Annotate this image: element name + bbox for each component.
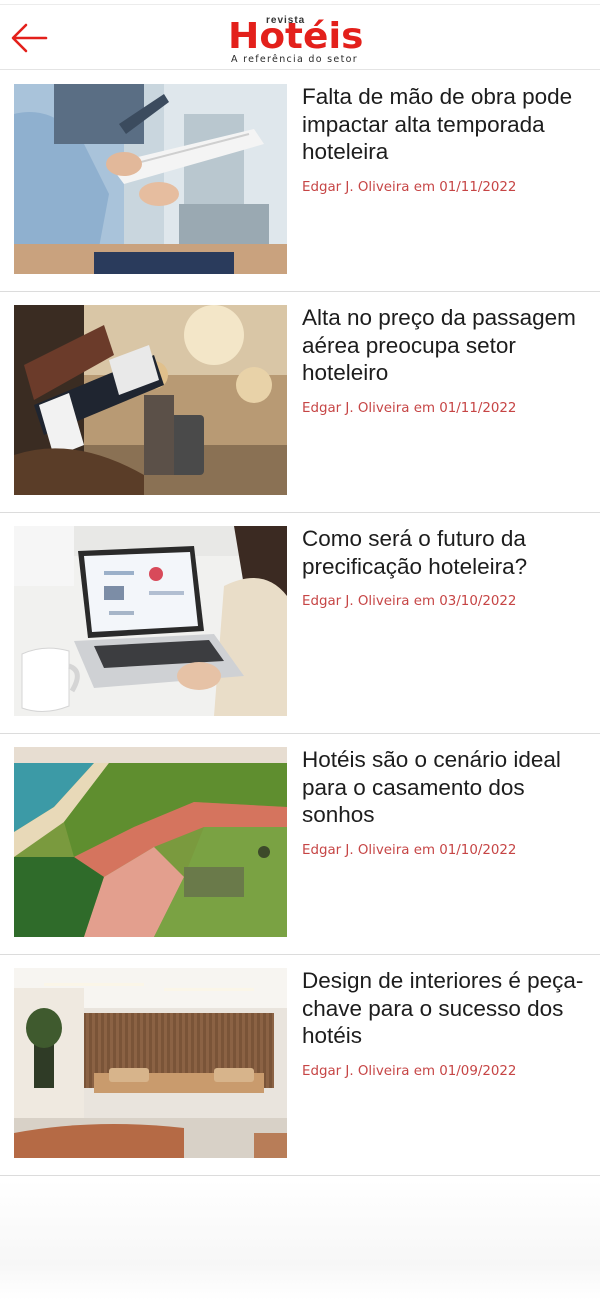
arrow-left-icon: [11, 23, 48, 53]
person-holding-clipboard-photo: [14, 84, 287, 274]
article-card[interactable]: Falta de mão de obra pode impactar alta …: [0, 71, 600, 292]
empty-feed-area: [0, 1180, 600, 1300]
hotel-lobby-interior-photo: [14, 968, 287, 1158]
article-card[interactable]: Como será o futuro da precificação hotel…: [0, 513, 600, 734]
app-header: Hotéis revista A referência do setor: [0, 4, 600, 70]
article-title[interactable]: Alta no preço da passagem aérea preocupa…: [302, 304, 594, 387]
article-thumbnail[interactable]: [14, 305, 287, 495]
article-card[interactable]: Alta no preço da passagem aérea preocupa…: [0, 292, 600, 513]
article-thumbnail[interactable]: [14, 747, 287, 937]
logo-small-text: revista: [266, 15, 306, 26]
article-title[interactable]: Falta de mão de obra pode impactar alta …: [302, 83, 594, 166]
back-button[interactable]: [8, 18, 52, 58]
article-title[interactable]: Como será o futuro da precificação hotel…: [302, 525, 594, 580]
article-byline: Edgar J. Oliveira em 01/11/2022: [302, 180, 517, 195]
laptop-with-charts-photo: [14, 526, 287, 716]
revista-hoteis-logo[interactable]: Hotéis revista A referência do setor: [228, 13, 382, 69]
article-card[interactable]: Hotéis são o cenário ideal para o casame…: [0, 734, 600, 955]
article-byline: Edgar J. Oliveira em 01/09/2022: [302, 1064, 517, 1079]
article-title[interactable]: Hotéis são o cenário ideal para o casame…: [302, 746, 594, 829]
logo-tagline: A referência do setor: [231, 54, 358, 65]
article-byline: Edgar J. Oliveira em 03/10/2022: [302, 594, 517, 609]
article-thumbnail[interactable]: [14, 968, 287, 1158]
article-byline: Edgar J. Oliveira em 01/11/2022: [302, 401, 517, 416]
traveler-with-tickets-airport-photo: [14, 305, 287, 495]
article-thumbnail[interactable]: [14, 84, 287, 274]
coastal-cliffs-resort-photo: [14, 747, 287, 937]
article-byline: Edgar J. Oliveira em 01/10/2022: [302, 843, 517, 858]
article-feed: Falta de mão de obra pode impactar alta …: [0, 71, 600, 1176]
article-title[interactable]: Design de interiores é peça-chave para o…: [302, 967, 594, 1050]
article-thumbnail[interactable]: [14, 526, 287, 716]
article-card[interactable]: Design de interiores é peça-chave para o…: [0, 955, 600, 1176]
